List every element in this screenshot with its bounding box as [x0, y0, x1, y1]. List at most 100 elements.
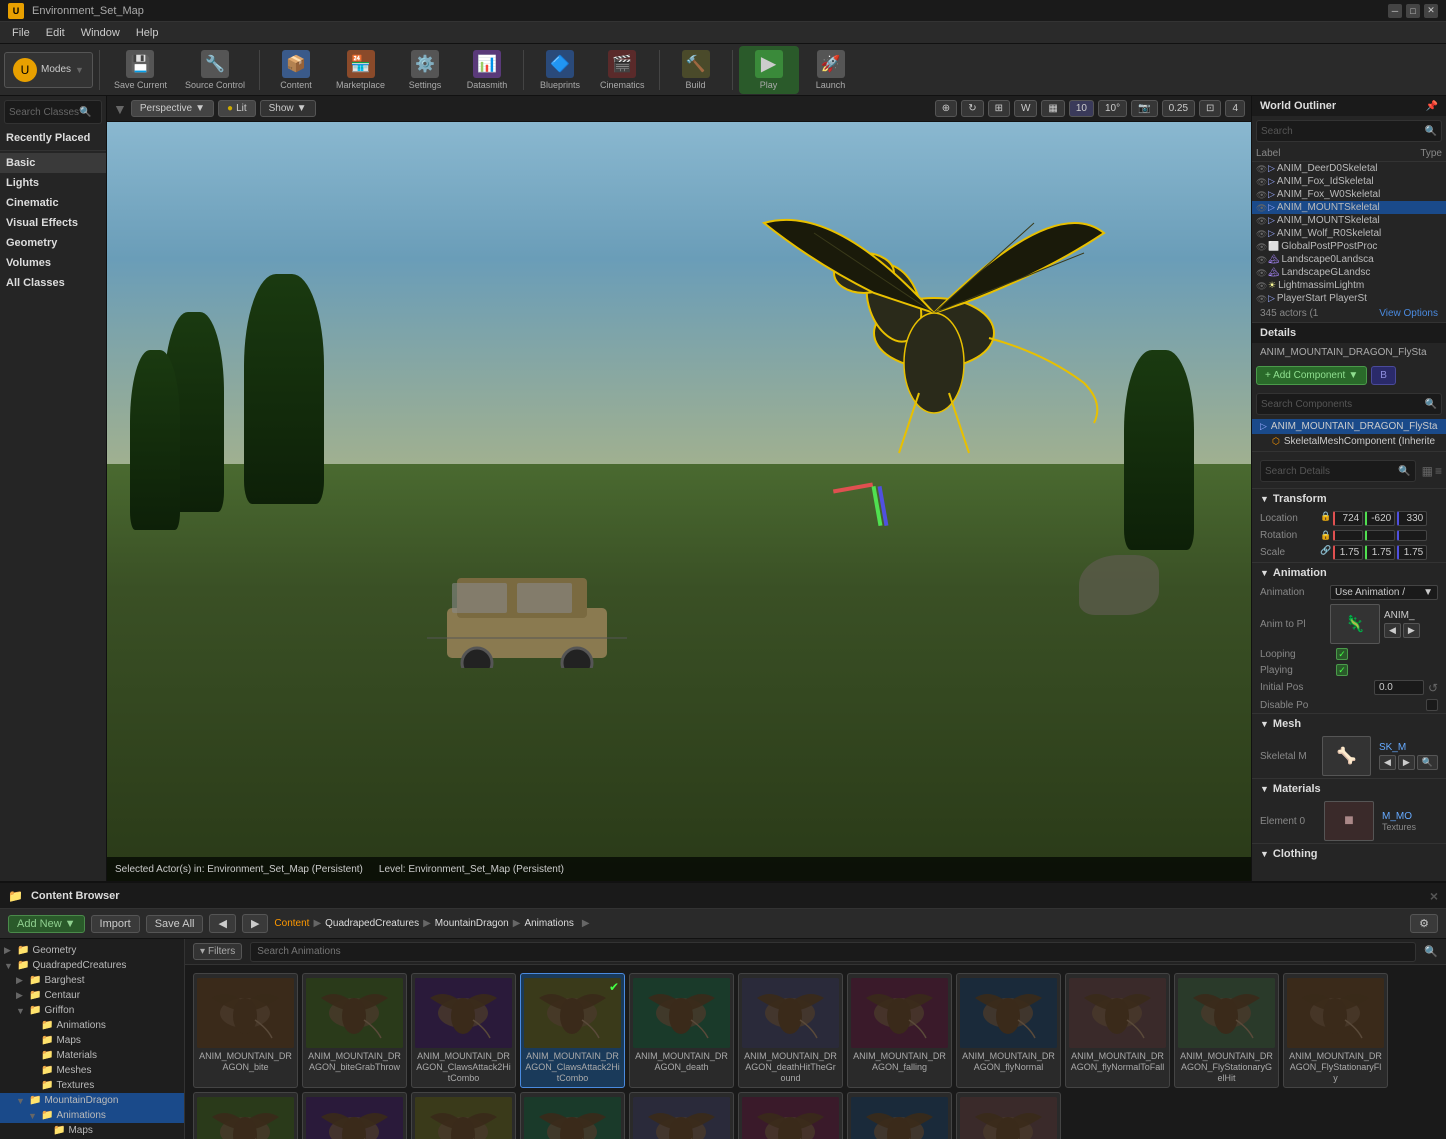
asset-item-8[interactable]: ANIM_MOUNTAIN_DRAGON_flyNormalToFall	[1065, 973, 1170, 1088]
content-search-input[interactable]	[250, 942, 1416, 962]
scale-lock-icon[interactable]: 🔗	[1320, 545, 1331, 560]
show-button[interactable]: Show ▼	[260, 100, 316, 117]
asset-item-18[interactable]: ANIM_MOUNTAIN_DRAGON_glide	[956, 1092, 1061, 1139]
eye-icon-11[interactable]: 👁	[1256, 294, 1268, 304]
tree-griffon-maps[interactable]: 📁 Maps	[0, 1033, 184, 1048]
tree-quadraped[interactable]: ▼ 📁 QuadrapedCreatures	[0, 958, 184, 973]
eye-icon[interactable]: 👁	[1256, 164, 1268, 174]
cinematic-section[interactable]: Cinematic	[0, 193, 106, 213]
outliner-search-input[interactable]: Search 🔍	[1256, 120, 1442, 142]
close-btn[interactable]: ✕	[1424, 4, 1438, 18]
vp-grid-btn[interactable]: ▦	[1041, 100, 1064, 117]
menu-edit[interactable]: Edit	[38, 25, 73, 41]
eye-icon-7[interactable]: 👁	[1256, 242, 1268, 252]
disable-pos-checkbox[interactable]	[1426, 699, 1438, 711]
asset-item-7[interactable]: ANIM_MOUNTAIN_DRAGON_flyNormal	[956, 973, 1061, 1088]
menu-window[interactable]: Window	[73, 25, 128, 41]
vp-maximize-btn[interactable]: ⊡	[1199, 100, 1221, 117]
search-details-input[interactable]: Search Details 🔍	[1260, 460, 1416, 482]
source-control-button[interactable]: 🔧 Source Control	[177, 46, 253, 94]
location-y[interactable]: -620	[1365, 511, 1395, 526]
clothing-section-header[interactable]: ▼ Clothing	[1252, 843, 1446, 864]
search-classes-input[interactable]: Search Classes 🔍	[4, 100, 102, 124]
vp-snap-btn[interactable]: 10	[1069, 100, 1094, 117]
outliner-item-landscape2[interactable]: 👁 🏔 LandscapeGLandsc	[1252, 266, 1446, 279]
all-classes-section[interactable]: All Classes	[0, 273, 106, 293]
asset-item-6[interactable]: ANIM_MOUNTAIN_DRAGON_falling	[847, 973, 952, 1088]
asset-item-4[interactable]: ANIM_MOUNTAIN_DRAGON_death	[629, 973, 734, 1088]
import-button[interactable]: Import	[91, 915, 140, 933]
tree-griffon-materials[interactable]: 📁 Materials	[0, 1048, 184, 1063]
outliner-item-global[interactable]: 👁 ⬜ GlobalPostPPostProc	[1252, 240, 1446, 253]
asset-item-13[interactable]: ANIM_MOUNTAIN_DRAGON_FlyStationaryToFall	[411, 1092, 516, 1139]
asset-item-5[interactable]: ANIM_MOUNTAIN_DRAGON_deathHitTheGround	[738, 973, 843, 1088]
rotation-y[interactable]	[1365, 530, 1395, 541]
vp-camera-icon[interactable]: 📷	[1131, 100, 1157, 117]
scale-x[interactable]: 1.75	[1333, 545, 1363, 560]
add-new-button[interactable]: Add New ▼	[8, 915, 85, 933]
det-list-icon[interactable]: ≡	[1435, 464, 1442, 478]
asset-item-16[interactable]: ANIM_MOUNTAIN_DRAGON_getHitLeft	[738, 1092, 843, 1139]
outliner-item-mount-selected[interactable]: 👁 ▷ ANIM_MOUNTSkeletal	[1252, 201, 1446, 214]
component-item-main[interactable]: ▷ ANIM_MOUNTAIN_DRAGON_FlySta	[1252, 419, 1446, 434]
location-z[interactable]: 330	[1397, 511, 1427, 526]
tree-md-maps[interactable]: 📁 Maps	[0, 1123, 184, 1138]
outliner-item-wolf[interactable]: 👁 ▷ ANIM_Wolf_R0Skeletal	[1252, 227, 1446, 240]
breadcrumb-mountaindragon[interactable]: MountainDragon	[435, 918, 509, 929]
eye-icon-4[interactable]: 👁	[1256, 203, 1268, 213]
tree-griffon-meshes[interactable]: 📁 Meshes	[0, 1063, 184, 1078]
anim-mode-dropdown[interactable]: Use Animation / ▼	[1330, 585, 1438, 600]
outliner-item-player[interactable]: 👁 ▷ PlayerStart PlayerSt	[1252, 292, 1446, 305]
eye-icon-10[interactable]: 👁	[1256, 281, 1268, 291]
rotation-x[interactable]	[1333, 530, 1363, 541]
asset-item-10[interactable]: ANIM_MOUNTAIN_DRAGON_FlyStationaryFly	[1283, 973, 1388, 1088]
asset-item-15[interactable]: ANIM_MOUNTAIN_DRAGON_getHitFront	[629, 1092, 734, 1139]
playing-checkbox[interactable]	[1336, 664, 1348, 676]
rot-lock-icon[interactable]: 🔒	[1320, 530, 1331, 541]
asset-item-12[interactable]: ANIM_MOUNTAIN_DRAGON_FlyStationarySpeedF…	[302, 1092, 407, 1139]
tree-md-animations[interactable]: ▼ 📁 Animations	[0, 1108, 184, 1123]
asset-item-3[interactable]: ✔ ANIM_MOUNTAIN_DRAGON_ClawsAttack2HitCo…	[520, 973, 625, 1088]
vp-translate-btn[interactable]: ⊕	[935, 100, 957, 117]
filters-button[interactable]: ▾ Filters	[193, 943, 242, 960]
vp-scale-btn[interactable]: ⊞	[988, 100, 1010, 117]
search-components-input[interactable]: Search Components 🔍	[1256, 393, 1442, 415]
lights-section[interactable]: Lights	[0, 173, 106, 193]
asset-item-2[interactable]: ANIM_MOUNTAIN_DRAGON_ClawsAttack2HitComb…	[411, 973, 516, 1088]
geometry-section[interactable]: Geometry	[0, 233, 106, 253]
tree-barghest[interactable]: ▶ 📁 Barghest	[0, 973, 184, 988]
viewport[interactable]: Selected Actor(s) in: Environment_Set_Ma…	[107, 122, 1251, 881]
loc-lock-icon[interactable]: 🔒	[1320, 511, 1331, 526]
breadcrumb-animations[interactable]: Animations	[524, 918, 573, 929]
det-grid-icon[interactable]: ▦	[1422, 464, 1433, 478]
eye-icon-6[interactable]: 👁	[1256, 229, 1268, 239]
asset-item-0[interactable]: ANIM_MOUNTAIN_DRAGON_bite	[193, 973, 298, 1088]
save-all-button[interactable]: Save All	[146, 915, 204, 933]
animation-section-header[interactable]: ▼ Animation	[1252, 562, 1446, 583]
asset-item-11[interactable]: ANIM_MOUNTAIN_DRAGON_FlyStationaryFireBa…	[193, 1092, 298, 1139]
component-item-skeletal[interactable]: ⬡ SkeletalMeshComponent (Inherite	[1252, 434, 1446, 449]
initial-pos-field[interactable]: 0.0	[1374, 680, 1424, 695]
breadcrumb-content[interactable]: Content	[274, 918, 309, 929]
minimize-btn[interactable]: ─	[1388, 4, 1402, 18]
lit-button[interactable]: ● Lit	[218, 100, 256, 117]
mesh-back-btn[interactable]: ◀	[1379, 755, 1396, 770]
modes-button[interactable]: U Modes ▼	[4, 52, 93, 88]
settings-button[interactable]: ⚙️ Settings	[395, 46, 455, 94]
launch-button[interactable]: 🚀 Launch	[801, 46, 861, 94]
forward-button[interactable]: ▶	[242, 914, 268, 933]
outliner-item-deer[interactable]: 👁 ▷ ANIM_DeerD0Skeletal	[1252, 162, 1446, 175]
outliner-item-mount[interactable]: 👁 ▷ ANIM_MOUNTSkeletal	[1252, 214, 1446, 227]
mesh-section-header[interactable]: ▼ Mesh	[1252, 713, 1446, 734]
cb-pin-icon[interactable]: ×	[1430, 888, 1438, 904]
tree-griffon[interactable]: ▼ 📁 Griffon	[0, 1003, 184, 1018]
menu-help[interactable]: Help	[128, 25, 167, 41]
materials-section-header[interactable]: ▼ Materials	[1252, 778, 1446, 799]
build-button[interactable]: 🔨 Build	[666, 46, 726, 94]
asset-item-14[interactable]: ANIM_MOUNTAIN_DRAGON_FlyStationaryTel_an…	[520, 1092, 625, 1139]
visual-effects-section[interactable]: Visual Effects	[0, 213, 106, 233]
eye-icon-9[interactable]: 👁	[1256, 268, 1268, 278]
anim-back-btn[interactable]: ◀	[1384, 623, 1401, 638]
volumes-section[interactable]: Volumes	[0, 253, 106, 273]
menu-file[interactable]: File	[4, 25, 38, 41]
